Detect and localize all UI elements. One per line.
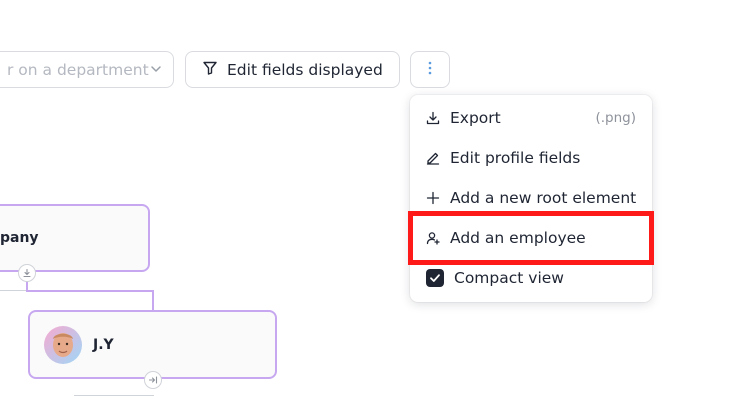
expand-down-icon[interactable]	[18, 264, 36, 282]
department-filter-select[interactable]: r on a department	[0, 51, 174, 88]
connector-line	[0, 290, 26, 291]
menu-item-label: Export	[450, 109, 501, 127]
expand-right-icon[interactable]	[144, 371, 162, 389]
avatar	[44, 326, 82, 364]
menu-item-label: Edit profile fields	[450, 149, 581, 167]
menu-item-label: Add a new root element	[450, 189, 637, 207]
menu-item-edit-profile-fields[interactable]: Edit profile fields	[410, 138, 652, 178]
more-options-menu: Export (.png) Edit profile fields Add a …	[410, 95, 652, 302]
filter-icon	[202, 60, 218, 80]
plus-icon	[426, 191, 440, 205]
menu-item-add-employee[interactable]: Add an employee	[410, 218, 652, 258]
employee-card[interactable]: J.Y	[28, 310, 277, 379]
department-filter-placeholder: r on a department	[7, 60, 149, 79]
edit-fields-displayed-button[interactable]: Edit fields displayed	[185, 51, 400, 88]
menu-item-compact-view[interactable]: Compact view	[410, 258, 652, 298]
employee-name: J.Y	[93, 337, 114, 353]
org-root-title: pany	[0, 230, 39, 246]
menu-item-label: Add an employee	[450, 229, 586, 247]
add-person-icon	[426, 231, 440, 245]
org-root-card[interactable]: pany	[0, 204, 150, 272]
pencil-icon	[426, 151, 440, 165]
menu-item-label: Compact view	[454, 269, 564, 287]
menu-item-add-root-element[interactable]: Add a new root element	[410, 178, 652, 218]
menu-item-export[interactable]: Export (.png)	[410, 98, 652, 138]
connector-line	[152, 290, 154, 311]
chevron-down-icon	[149, 62, 163, 80]
edit-fields-label: Edit fields displayed	[227, 60, 383, 79]
download-icon	[426, 111, 440, 125]
connector-line	[26, 290, 154, 292]
export-format-hint: (.png)	[595, 110, 636, 126]
more-options-button[interactable]	[410, 51, 450, 88]
connector-line	[74, 395, 154, 396]
more-vertical-icon	[427, 60, 433, 80]
checkbox-checked-icon[interactable]	[426, 269, 444, 287]
